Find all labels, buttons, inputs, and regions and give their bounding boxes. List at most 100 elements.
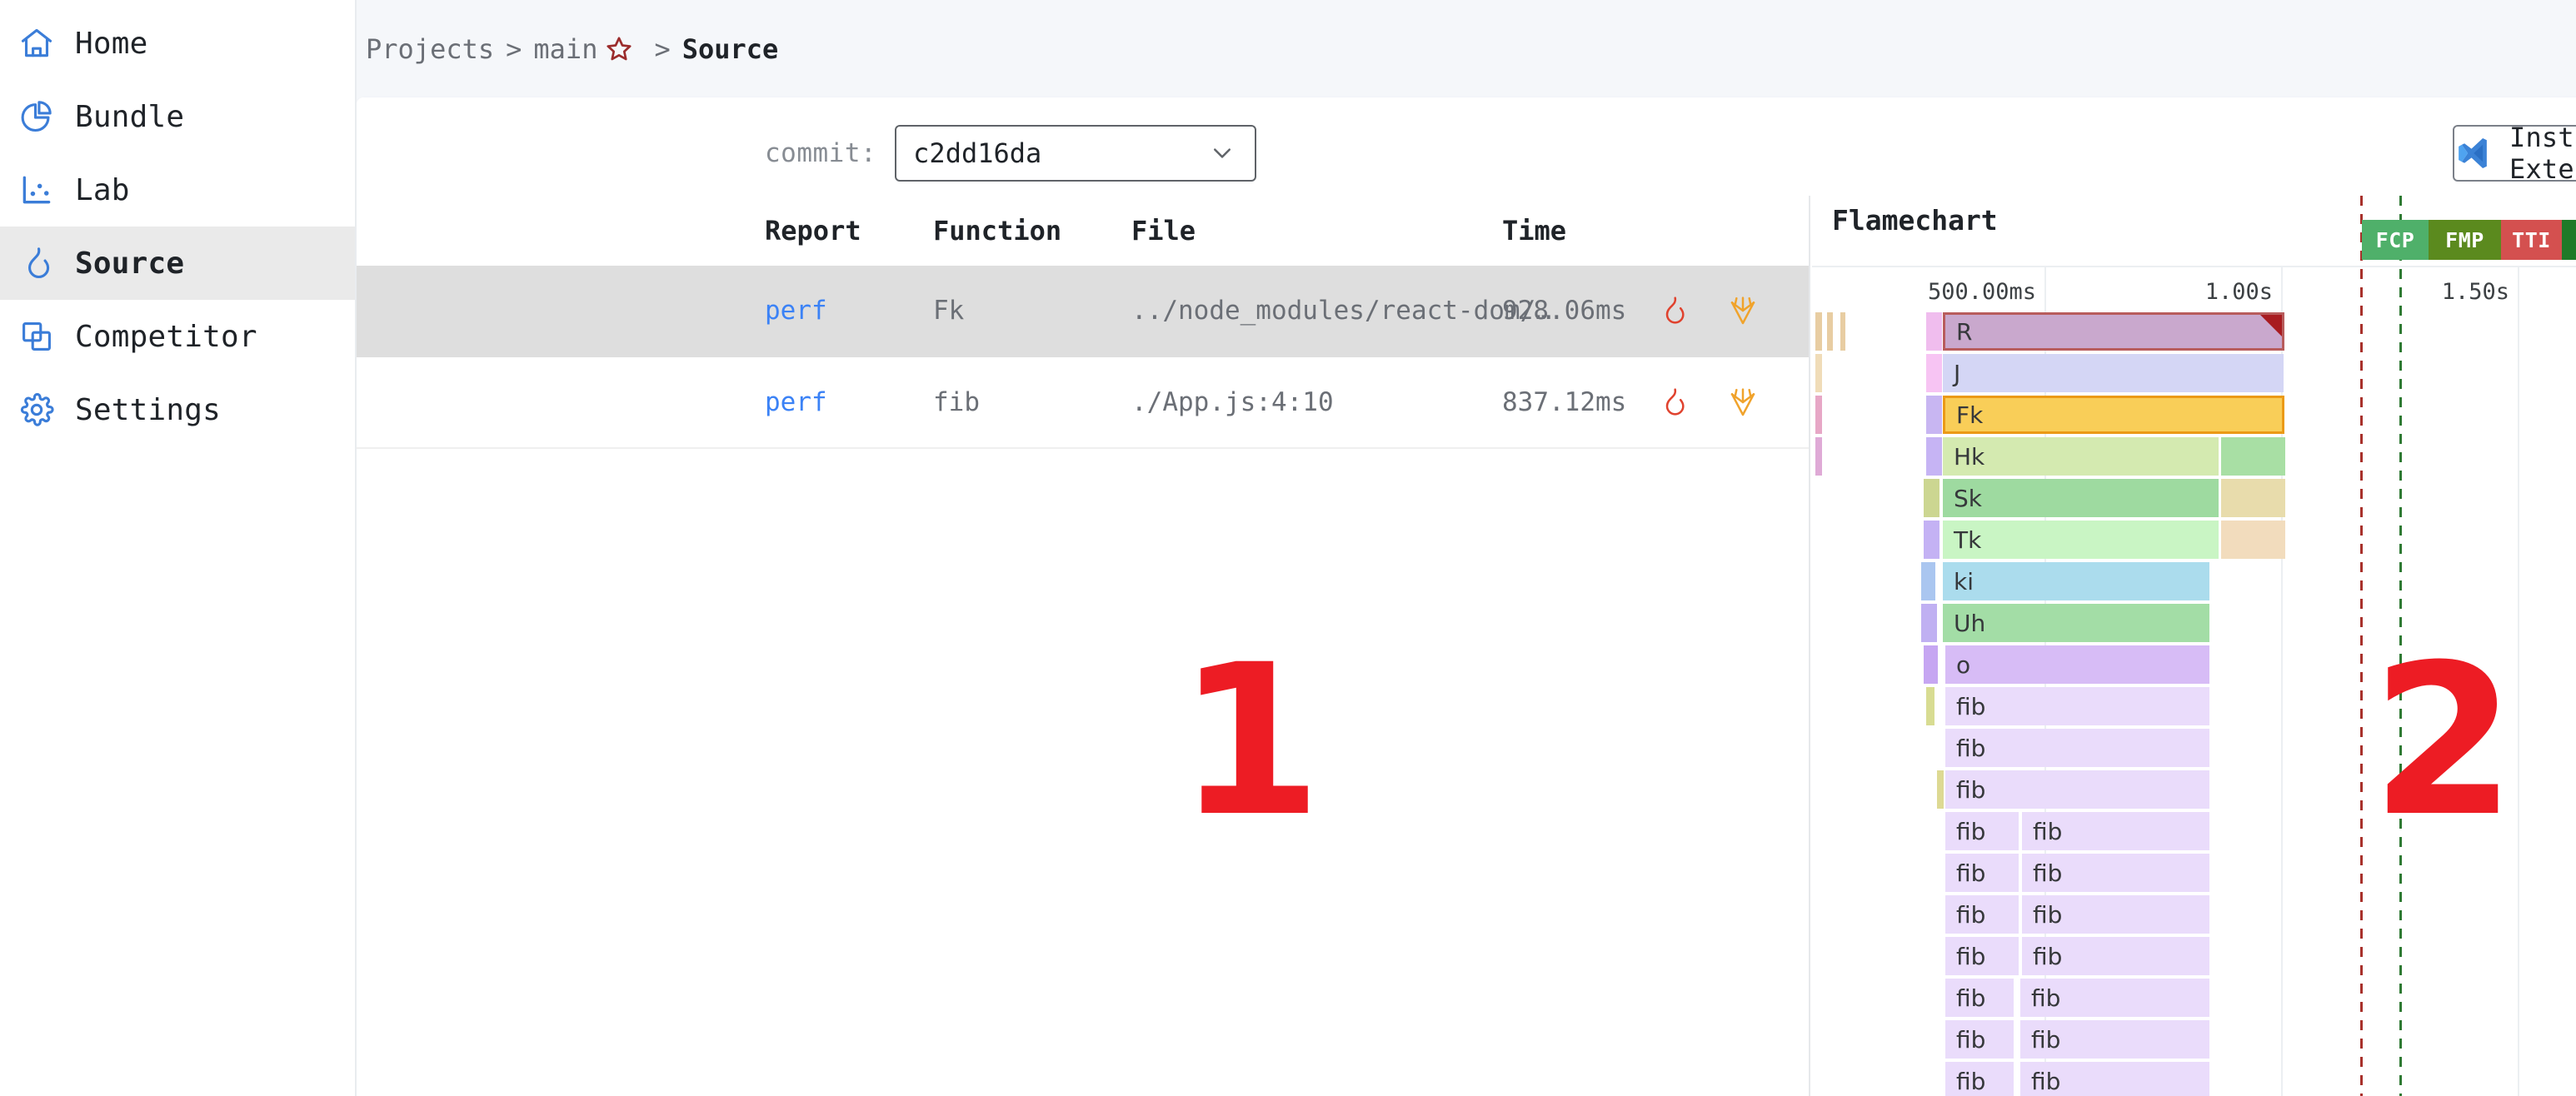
flamechart-frame[interactable]: Fk <box>1943 396 2284 434</box>
sidebar: Home Bundle Lab Source Competitor Settin… <box>0 0 357 1096</box>
sidebar-item-home[interactable]: Home <box>0 7 355 80</box>
flamechart-sliver[interactable] <box>1926 396 1942 434</box>
breadcrumb-projects[interactable]: Projects <box>366 33 494 65</box>
cell-file: ./App.js:4:10 <box>1131 387 1334 417</box>
sidebar-item-bundle[interactable]: Bundle <box>0 80 355 153</box>
flamechart-sliver[interactable] <box>1921 604 1937 642</box>
cell-function: Fk <box>933 296 965 326</box>
install-button-label: Install Vscode Extension <box>2509 122 2576 185</box>
flamechart-frame[interactable]: fib <box>1945 770 2209 809</box>
metric-marker-line-green <box>2399 196 2402 1096</box>
flamechart-frame[interactable]: J <box>1943 354 2284 392</box>
flamechart-body[interactable]: R J Fk Hk Sk Tk ki Uh o fib fib fib fib fib fib fib fib f… <box>1812 312 2576 1096</box>
breadcrumb-separator-2: > <box>654 32 671 65</box>
scatter-plot-icon <box>18 172 55 208</box>
flamechart-sliver[interactable] <box>1815 312 1822 351</box>
flamechart-sliver[interactable] <box>1921 562 1935 600</box>
commit-select[interactable]: c2dd16da <box>895 125 1257 182</box>
flamechart-sliver[interactable] <box>1815 437 1822 476</box>
flamechart-sliver[interactable] <box>1924 645 1938 684</box>
cell-report[interactable]: perf <box>765 387 827 417</box>
flamechart-frame[interactable]: Sk <box>1943 479 2219 517</box>
pie-chart-icon <box>18 98 55 135</box>
flamechart-frame[interactable]: R <box>1943 312 2284 351</box>
flame-icon <box>18 245 55 281</box>
flamechart-frame[interactable] <box>2221 479 2285 517</box>
flamechart-frame[interactable]: fib <box>1945 1020 2014 1059</box>
sidebar-item-source[interactable]: Source <box>0 227 355 300</box>
flamechart-frame[interactable]: fib <box>2020 979 2209 1017</box>
flamechart-frame[interactable]: Uh <box>1943 604 2209 642</box>
flamechart-frame[interactable]: fib <box>2022 895 2209 934</box>
star-icon[interactable] <box>604 34 634 64</box>
flamechart-panel: Flamechart 500.00ms1.00s1.50s2.00s RJFkH… <box>1812 196 2576 1096</box>
flamechart-frame[interactable]: Tk <box>1943 521 2219 559</box>
column-header-file: File <box>1131 215 1196 247</box>
flamechart-sliver[interactable] <box>1926 437 1942 476</box>
toolbar: commit: c2dd16da Inst Exte <box>357 97 2576 196</box>
ruler-tick-label: 1.00s <box>2204 279 2273 305</box>
flamechart-sliver[interactable] <box>1924 521 1939 559</box>
sidebar-item-label: Lab <box>75 172 130 207</box>
flamechart-frame[interactable]: fib <box>2020 1062 2209 1096</box>
flamechart-frame[interactable]: ki <box>1943 562 2209 600</box>
flamechart-frame[interactable]: o <box>1945 645 2209 684</box>
frame-corner-marker-icon <box>2260 315 2282 336</box>
breadcrumb-branch[interactable]: main <box>533 33 597 65</box>
install-vscode-extension-button[interactable]: Install Vscode Extension <box>2453 122 2576 185</box>
flamechart-frame[interactable]: fib <box>2022 937 2209 975</box>
metric-badge-fcp[interactable]: FCP <box>2362 220 2429 260</box>
firefox-profiler-action-icon[interactable] <box>1726 294 1760 327</box>
flamechart-frame[interactable]: Hk <box>1943 437 2219 476</box>
flamechart-frame[interactable] <box>2221 437 2285 476</box>
sidebar-item-competitor[interactable]: Competitor <box>0 300 355 373</box>
flamechart-sliver[interactable] <box>1815 354 1822 392</box>
flamechart-sliver[interactable] <box>1924 479 1939 517</box>
home-icon <box>18 25 55 62</box>
flamechart-frame[interactable]: fib <box>1945 854 2019 892</box>
metric-badge-lcp[interactable]: LCP <box>2562 220 2576 260</box>
flamechart-frame[interactable]: fib <box>1945 1062 2014 1096</box>
flamechart-action-icon[interactable] <box>1656 386 1690 419</box>
layers-icon <box>18 318 55 355</box>
flamechart-sliver[interactable] <box>1926 354 1942 392</box>
flamechart-frame[interactable]: fib <box>2020 1020 2209 1059</box>
flamechart-sliver[interactable] <box>1926 687 1934 725</box>
gear-icon <box>18 391 55 428</box>
flamechart-frame[interactable]: fib <box>1945 729 2209 767</box>
ruler-tick-label: 500.00ms <box>1927 279 2036 305</box>
table-header-row: Report Function File Time <box>357 196 1809 266</box>
cell-actions <box>1656 294 1760 327</box>
metric-badge-tti[interactable]: TTI <box>2501 220 2562 260</box>
sidebar-item-settings[interactable]: Settings <box>0 373 355 446</box>
flamechart-frame[interactable] <box>2221 521 2285 559</box>
cell-file: ../node_modules/react-dom/… <box>1131 296 1551 326</box>
cell-report[interactable]: perf <box>765 296 827 326</box>
commit-selector-group: commit: c2dd16da <box>765 125 1257 182</box>
main-content: Projects > main > Source commit: c2dd16d… <box>357 0 2576 1096</box>
sidebar-item-label: Home <box>75 26 148 61</box>
flamechart-sliver[interactable] <box>1926 312 1942 351</box>
sidebar-item-label: Settings <box>75 392 221 427</box>
flamechart-frame[interactable]: fib <box>1945 979 2014 1017</box>
flamechart-frame[interactable]: fib <box>1945 812 2019 850</box>
flamechart-sliver[interactable] <box>1827 312 1833 351</box>
flamechart-sliver[interactable] <box>1815 396 1822 434</box>
flamechart-frame[interactable]: fib <box>2022 854 2209 892</box>
table-row[interactable]: perf Fk ../node_modules/react-dom/… 928.… <box>357 266 1809 357</box>
flamechart-sliver[interactable] <box>1937 770 1944 809</box>
metric-badge-fmp[interactable]: FMP <box>2429 220 2501 260</box>
table-row[interactable]: perf fib ./App.js:4:10 837.12ms <box>357 357 1809 449</box>
flamechart-action-icon[interactable] <box>1656 294 1690 327</box>
firefox-profiler-action-icon[interactable] <box>1726 386 1760 419</box>
flamechart-frame[interactable]: fib <box>1945 895 2019 934</box>
app-root: Home Bundle Lab Source Competitor Settin… <box>0 0 2576 1096</box>
flamechart-frame[interactable]: fib <box>1945 687 2209 725</box>
flamechart-frame[interactable]: fib <box>2022 812 2209 850</box>
vscode-icon <box>2454 135 2491 172</box>
sidebar-item-lab[interactable]: Lab <box>0 153 355 227</box>
flamechart-frame[interactable]: fib <box>1945 937 2019 975</box>
content-card: commit: c2dd16da Inst Exte Report Functi… <box>357 97 2576 1096</box>
flamechart-sliver[interactable] <box>1840 312 1845 351</box>
cell-actions <box>1656 386 1760 419</box>
